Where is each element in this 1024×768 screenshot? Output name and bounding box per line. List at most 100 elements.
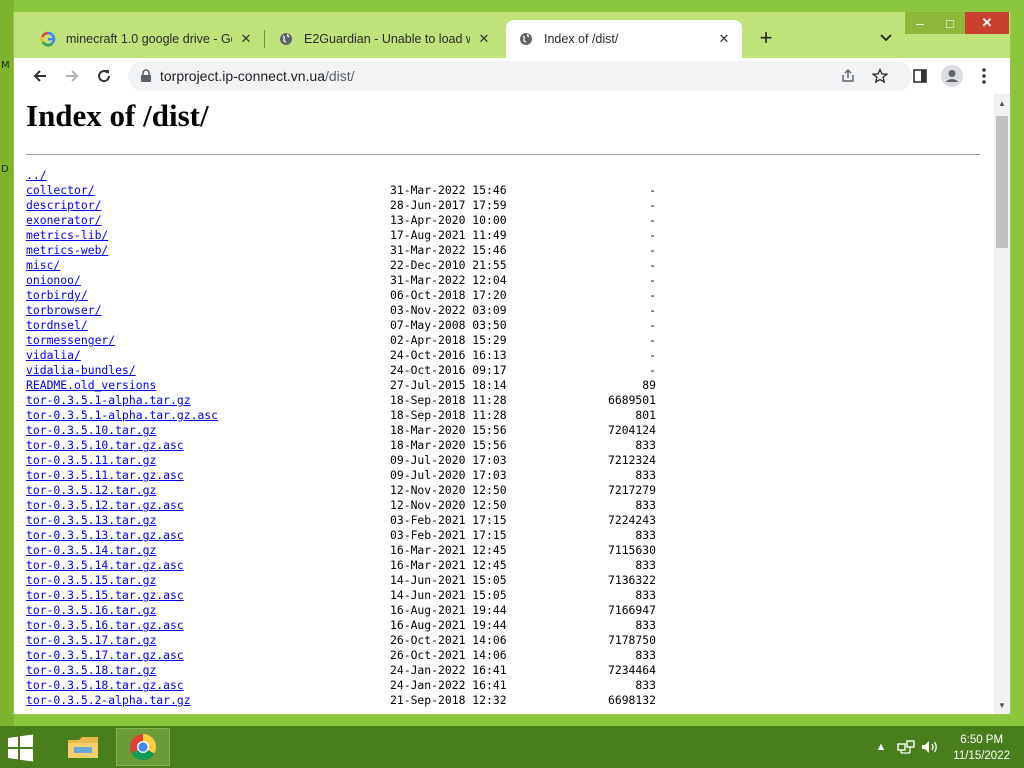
file-link[interactable]: tor-0.3.5.11.tar.gz.asc (26, 468, 184, 483)
file-link[interactable]: misc/ (26, 258, 60, 273)
scroll-up-icon[interactable]: ▲ (994, 96, 1010, 110)
file-link[interactable]: descriptor/ (26, 198, 101, 213)
maximize-button[interactable]: □ (935, 12, 965, 34)
profile-button[interactable] (938, 62, 966, 90)
file-size: 801 (635, 408, 656, 422)
tab-title: E2Guardian - Unable to load web (304, 32, 470, 46)
url-text[interactable]: torproject.ip-connect.vn.ua/dist/ (160, 68, 355, 84)
file-link[interactable]: tor-0.3.5.11.tar.gz (26, 453, 156, 468)
file-link[interactable]: README.old_versions (26, 378, 156, 393)
close-icon[interactable]: ✕ (238, 31, 254, 47)
file-size: 833 (635, 528, 656, 542)
file-link[interactable]: tor-0.3.5.18.tar.gz.asc (26, 678, 184, 693)
file-link[interactable]: collector/ (26, 183, 95, 198)
file-link[interactable]: tor-0.3.5.10.tar.gz (26, 423, 156, 438)
file-date: 09-Jul-2020 17:03 (390, 453, 507, 467)
file-date: 24-Oct-2016 16:13 (390, 348, 507, 362)
tab-index-dist[interactable]: Index of /dist/ ✕ (506, 20, 742, 58)
address-bar[interactable]: torproject.ip-connect.vn.ua/dist/ (128, 61, 912, 91)
file-link[interactable]: tor-0.3.5.12.tar.gz.asc (26, 498, 184, 513)
browser-window: minecraft 1.0 google drive - Goo ✕ E2Gua… (14, 12, 1010, 714)
tab-separator (264, 30, 265, 48)
close-window-button[interactable]: ✕ (965, 12, 1009, 34)
file-link[interactable]: tordnsel/ (26, 318, 88, 333)
menu-button[interactable] (970, 62, 998, 90)
file-link[interactable]: tor-0.3.5.2-alpha.tar.gz (26, 693, 191, 708)
file-link[interactable]: tor-0.3.5.13.tar.gz.asc (26, 528, 184, 543)
tab-search-button[interactable] (874, 26, 898, 50)
file-link[interactable]: tor-0.3.5.10.tar.gz.asc (26, 438, 184, 453)
file-size: 7136322 (607, 573, 656, 587)
file-date: 18-Mar-2020 15:56 (390, 423, 507, 437)
forward-button[interactable] (58, 62, 86, 90)
file-link[interactable]: torbrowser/ (26, 303, 101, 318)
file-link[interactable]: tor-0.3.5.15.tar.gz (26, 573, 156, 588)
lock-icon[interactable] (138, 68, 154, 84)
network-icon[interactable] (896, 738, 916, 756)
file-size: - (649, 303, 656, 317)
file-link[interactable]: tor-0.3.5.14.tar.gz.asc (26, 558, 184, 573)
google-icon (40, 31, 56, 47)
file-link[interactable]: tor-0.3.5.16.tar.gz (26, 603, 156, 618)
file-date: 27-Jul-2015 18:14 (390, 378, 507, 392)
file-date: 21-Sep-2018 12:32 (390, 693, 507, 707)
file-link[interactable]: tor-0.3.5.17.tar.gz (26, 633, 156, 648)
file-date: 02-Apr-2018 15:29 (390, 333, 507, 347)
file-link[interactable]: vidalia/ (26, 348, 81, 363)
file-link[interactable]: metrics-lib/ (26, 228, 108, 243)
divider (26, 154, 980, 155)
file-date: 26-Oct-2021 14:06 (390, 633, 507, 647)
file-link[interactable]: tor-0.3.5.17.tar.gz.asc (26, 648, 184, 663)
file-link[interactable]: tor-0.3.5.1-alpha.tar.gz.asc (26, 408, 218, 423)
file-link[interactable]: tormessenger/ (26, 333, 115, 348)
file-link[interactable]: tor-0.3.5.15.tar.gz.asc (26, 588, 184, 603)
clock-time: 6:50 PM (960, 734, 1004, 746)
tab-strip: minecraft 1.0 google drive - Goo ✕ E2Gua… (14, 12, 1010, 58)
file-link[interactable]: tor-0.3.5.18.tar.gz (26, 663, 156, 678)
file-link[interactable]: exonerator/ (26, 213, 101, 228)
bookmark-star-icon[interactable] (868, 64, 892, 88)
taskbar-chrome[interactable] (116, 728, 170, 766)
desktop-strip: M D (0, 0, 14, 726)
tray-expand-icon[interactable]: ▲ (874, 738, 888, 756)
side-panel-button[interactable] (906, 62, 934, 90)
tab-e2guardian[interactable]: E2Guardian - Unable to load web ✕ (266, 20, 502, 58)
file-date: 31-Mar-2022 12:04 (390, 273, 507, 287)
tab-minecraft[interactable]: minecraft 1.0 google drive - Goo ✕ (28, 20, 264, 58)
scrollbar-thumb[interactable] (996, 116, 1008, 248)
file-link[interactable]: vidalia-bundles/ (26, 363, 136, 378)
file-link[interactable]: tor-0.3.5.14.tar.gz (26, 543, 156, 558)
browser-toolbar: torproject.ip-connect.vn.ua/dist/ (14, 58, 1010, 95)
side-panel-icon (913, 69, 927, 83)
file-link[interactable]: onionoo/ (26, 273, 81, 288)
minimize-button[interactable]: – (905, 12, 935, 34)
file-size: 833 (635, 678, 656, 692)
close-icon[interactable]: ✕ (716, 31, 732, 47)
file-date: 31-Mar-2022 15:46 (390, 243, 507, 257)
scroll-down-icon[interactable]: ▼ (994, 698, 1010, 712)
reload-button[interactable] (90, 62, 118, 90)
page-content: Index of /dist/ ../collector/31-Mar-2022… (14, 94, 1010, 714)
taskbar-file-explorer[interactable] (56, 728, 110, 766)
close-icon[interactable]: ✕ (476, 31, 492, 47)
file-link[interactable]: ../ (26, 168, 47, 183)
volume-icon[interactable] (920, 738, 940, 756)
file-link[interactable]: tor-0.3.5.1-alpha.tar.gz (26, 393, 191, 408)
file-size: - (649, 273, 656, 287)
file-link[interactable]: tor-0.3.5.16.tar.gz.asc (26, 618, 184, 633)
back-button[interactable] (26, 62, 54, 90)
system-clock[interactable]: 6:50 PM 11/15/2022 (953, 732, 1010, 764)
new-tab-button[interactable]: + (754, 25, 778, 50)
file-link[interactable]: tor-0.3.5.13.tar.gz (26, 513, 156, 528)
file-link[interactable]: metrics-web/ (26, 243, 108, 258)
share-icon[interactable] (836, 64, 860, 88)
file-date: 18-Mar-2020 15:56 (390, 438, 507, 452)
file-link[interactable]: torbirdy/ (26, 288, 88, 303)
file-link[interactable]: tor-0.3.5.12.tar.gz (26, 483, 156, 498)
file-size: 7224243 (607, 513, 656, 527)
start-button[interactable] (6, 734, 36, 762)
clock-date: 11/15/2022 (953, 750, 1010, 762)
file-size: 7217279 (607, 483, 656, 497)
vertical-scrollbar[interactable]: ▲ ▼ (994, 94, 1010, 714)
file-size: - (649, 198, 656, 212)
